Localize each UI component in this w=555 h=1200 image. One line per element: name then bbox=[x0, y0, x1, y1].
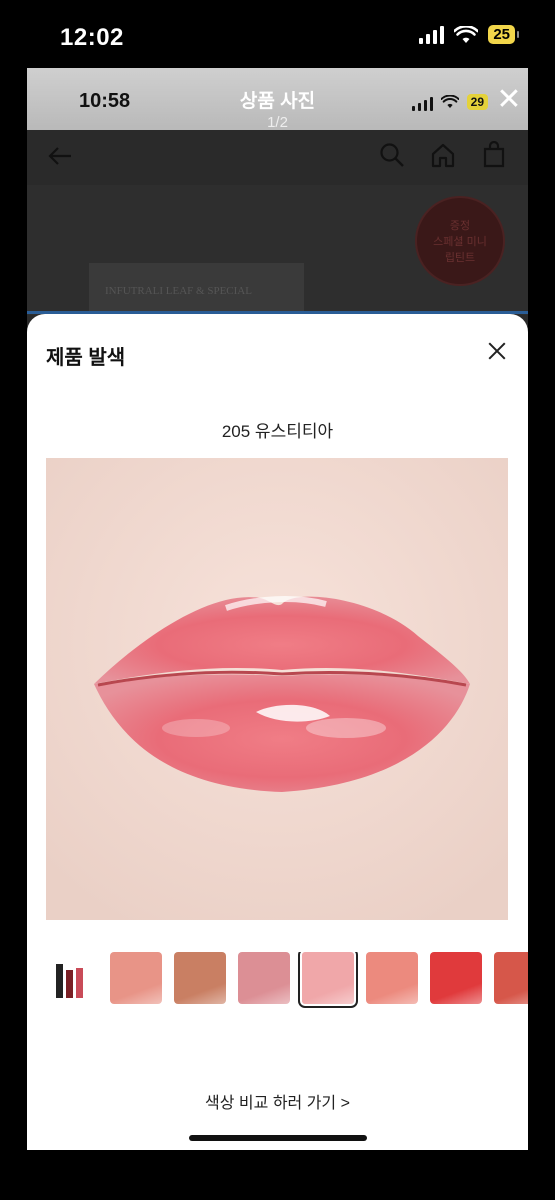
inner-wifi-icon bbox=[440, 95, 459, 108]
outer-status-bar: 12:02 25 bbox=[0, 0, 555, 70]
color-swatch[interactable] bbox=[298, 952, 358, 1008]
promo-badge: 증정 스페셜 미니 립틴트 bbox=[415, 196, 505, 286]
color-swatch[interactable] bbox=[110, 952, 162, 1004]
back-arrow-icon[interactable] bbox=[47, 145, 73, 167]
color-swatch[interactable] bbox=[366, 952, 418, 1004]
status-icons: 25 bbox=[419, 25, 519, 44]
inner-battery-icon: 29 bbox=[466, 94, 488, 110]
home-indicator bbox=[189, 1135, 367, 1141]
promo-box: INFUTRALI LEAF & SPECIAL bbox=[89, 263, 304, 311]
close-icon[interactable] bbox=[484, 338, 510, 364]
product-nav-bar bbox=[27, 130, 528, 185]
swatch-row bbox=[46, 952, 528, 1008]
color-swatch[interactable] bbox=[430, 952, 482, 1004]
cellular-signal-icon bbox=[419, 25, 445, 44]
status-time: 12:02 bbox=[60, 24, 124, 51]
lip-swatch-photo bbox=[46, 458, 508, 920]
color-swatch[interactable] bbox=[494, 952, 528, 1004]
search-icon[interactable] bbox=[379, 142, 405, 168]
sheet-title: 제품 발색 bbox=[46, 347, 126, 369]
color-swatch[interactable] bbox=[174, 952, 226, 1004]
color-swatch[interactable] bbox=[238, 952, 290, 1004]
wifi-icon bbox=[454, 25, 479, 43]
viewer-close-icon[interactable]: ✕ bbox=[496, 85, 522, 115]
viewer-page-counter: 1/2 bbox=[267, 114, 288, 131]
embedded-screenshot: 10:58 상품 사진 1/2 29 ✕ 증정 스페셜 미니 립틴트 INFUT… bbox=[27, 68, 528, 1150]
product-thumbnail[interactable] bbox=[46, 952, 98, 1004]
lips-image bbox=[46, 458, 508, 920]
home-icon[interactable] bbox=[430, 142, 456, 168]
inner-status-icons: 29 bbox=[411, 93, 488, 111]
inner-status-bar: 10:58 상품 사진 1/2 29 ✕ bbox=[27, 68, 528, 131]
color-sheet: 제품 발색 205 유스티티아 색상 비교 하러 가기 > bbox=[27, 314, 528, 1150]
shopping-bag-icon[interactable] bbox=[482, 141, 506, 168]
shade-name: 205 유스티티아 bbox=[221, 422, 334, 441]
compare-colors-link[interactable]: 색상 비교 하러 가기 > bbox=[27, 1089, 528, 1113]
battery-icon: 25 bbox=[488, 25, 519, 44]
inner-cellular-signal-icon bbox=[411, 93, 433, 111]
